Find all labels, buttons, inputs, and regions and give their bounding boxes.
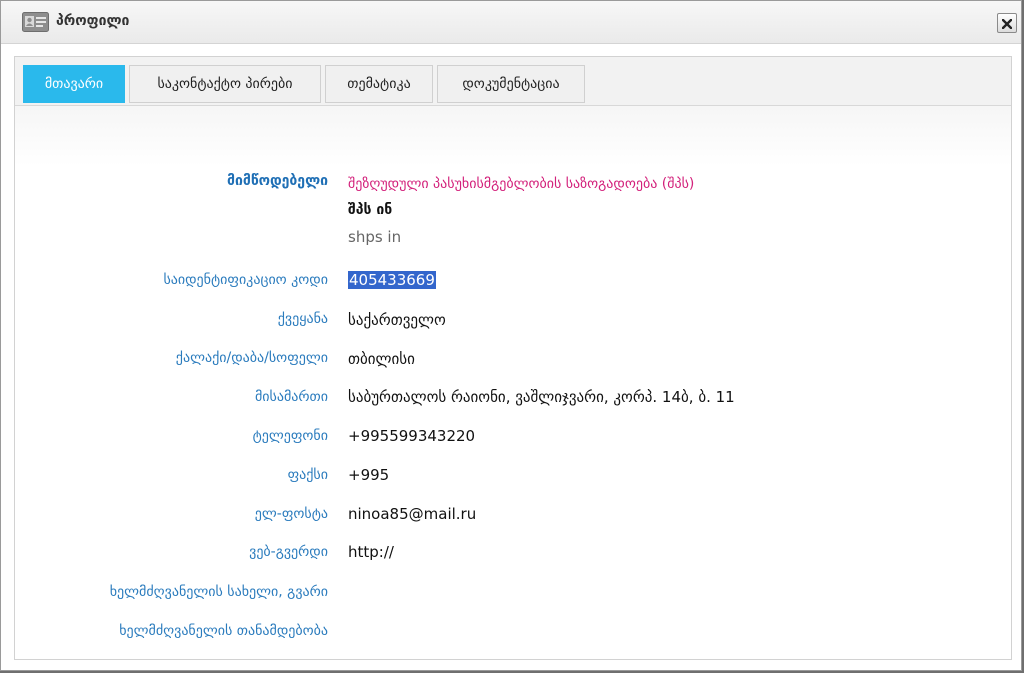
- director-name-label: ხელმძღვანელის სახელი, გვარი: [109, 584, 328, 600]
- tab-documentation[interactable]: დოკუმენტაცია: [437, 65, 585, 103]
- country-label: ქვეყანა: [277, 311, 328, 327]
- id-code-label: საიდენტიფიკაციო კოდი: [163, 272, 328, 288]
- dialog-titlebar: პროფილი: [1, 1, 1021, 44]
- director-position-label: ხელმძღვანელის თანამდებობა: [119, 623, 328, 639]
- close-button[interactable]: [997, 13, 1017, 33]
- email-value[interactable]: ninoa85@mail.ru: [348, 505, 476, 523]
- tab-main[interactable]: მთავარი: [23, 65, 125, 103]
- city-label: ქალაქი/დაბა/სოფელი: [175, 350, 328, 366]
- supplier-short-name-en: shps in: [348, 228, 402, 246]
- dialog-title: პროფილი: [56, 13, 130, 29]
- fax-value: +995: [348, 466, 390, 484]
- city-value: თბილისი: [348, 350, 415, 368]
- supplier-name: შეზღუდული პასუხისმგებლობის საზოგადოება (…: [348, 176, 695, 192]
- website-label: ვებ-გვერდი: [249, 544, 328, 560]
- tab-contact-persons[interactable]: საკონტაქტო პირები: [129, 65, 321, 103]
- country-value: საქართველო: [348, 311, 446, 329]
- supplier-short-name-ka: შპს ინ: [348, 202, 393, 218]
- tab-bar: მთავარი საკონტაქტო პირები თემატიკა დოკუმ…: [15, 57, 1011, 106]
- dialog-content: მთავარი საკონტაქტო პირები თემატიკა დოკუმ…: [14, 56, 1012, 660]
- address-value: საბურთალოს რაიონი, ვაშლიჯვარი, კორპ. 14ბ…: [348, 388, 735, 406]
- phone-label: ტელეფონი: [252, 428, 328, 444]
- phone-value: +995599343220: [348, 427, 476, 445]
- email-label: ელ-ფოსტა: [254, 506, 328, 522]
- id-code-value: 405433669: [348, 271, 436, 289]
- close-icon: [1001, 14, 1013, 33]
- profile-dialog: პროფილი მთავარი საკონტაქტო პირები თემატი…: [0, 0, 1022, 671]
- profile-card-icon: [22, 12, 49, 32]
- website-value[interactable]: http://: [348, 543, 394, 561]
- address-label: მისამართი: [254, 389, 328, 405]
- supplier-label: მიმწოდებელი: [227, 173, 328, 189]
- panel-background: [15, 106, 1011, 166]
- tab-topics[interactable]: თემატიკა: [325, 65, 433, 103]
- fax-label: ფაქსი: [287, 467, 328, 483]
